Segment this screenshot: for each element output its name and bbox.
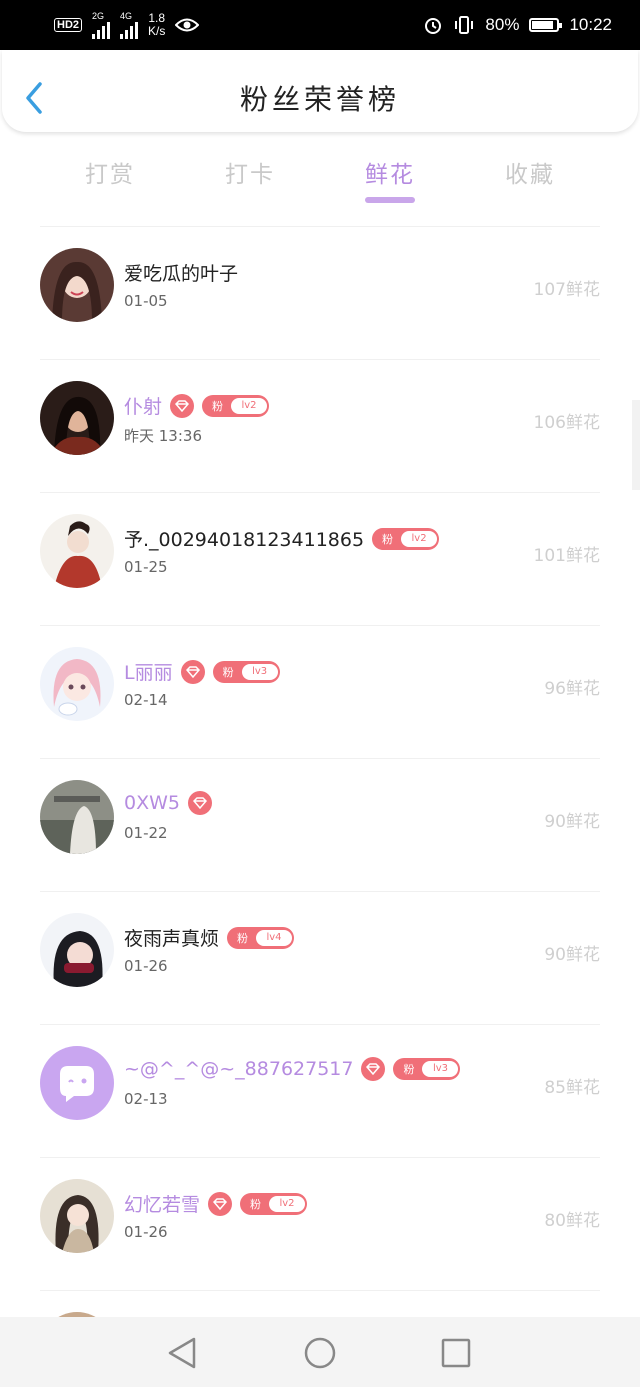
signal-2g-icon: 2G [92, 11, 111, 39]
hd-indicator: HD2 [54, 18, 83, 32]
diamond-icon [187, 791, 212, 815]
fan-name[interactable]: ~@^_^@~_887627517 粉 lv3 [124, 1057, 461, 1081]
fan-name[interactable]: 夜雨声真烦 粉 lv4 [124, 924, 295, 951]
nav-home-button[interactable] [300, 1335, 340, 1371]
flower-count: 107鲜花 [533, 280, 600, 300]
fan-row[interactable]: 予._00294018123411865 粉 lv2 01-25 101鲜花 [0, 492, 640, 624]
fan-date: 01-22 [124, 824, 168, 842]
flower-count: 80鲜花 [544, 1211, 600, 1231]
fan-level-badge: 粉 lv2 [240, 1192, 308, 1215]
network-speed: 1.8 K/s [148, 11, 166, 38]
fan-level-badge: 粉 lv3 [393, 1058, 461, 1080]
fan-date: 01-05 [124, 292, 168, 310]
flower-count: 90鲜花 [544, 945, 600, 965]
flower-count: 85鲜花 [544, 1078, 600, 1098]
fan-name[interactable]: 0XW5 [124, 791, 212, 815]
system-nav-bar [0, 1317, 640, 1387]
scrollbar[interactable] [632, 400, 640, 490]
eye-icon [175, 18, 200, 32]
nav-recents-button[interactable] [436, 1335, 476, 1371]
divider [40, 891, 600, 892]
flower-count: 90鲜花 [544, 812, 600, 832]
fan-row-partial[interactable] [0, 1290, 640, 1317]
fan-date: 02-13 [124, 1090, 168, 1108]
flower-count: 96鲜花 [544, 679, 600, 699]
divider [40, 492, 600, 493]
fan-level-badge: 粉 lv2 [202, 394, 270, 417]
fan-row[interactable]: 爱吃瓜的叶子 01-05 107鲜花 [0, 226, 640, 358]
fan-row[interactable]: L丽丽 粉 lv3 02-14 96鲜花 [0, 625, 640, 757]
active-tab-indicator [365, 197, 415, 203]
fan-row[interactable]: 0XW5 01-22 90鲜花 [0, 758, 640, 890]
app-header: 粉丝荣誉榜 [2, 50, 638, 132]
avatar[interactable] [40, 248, 114, 322]
tab-favorites[interactable]: 收藏 [480, 155, 580, 189]
fan-row[interactable]: 夜雨声真烦 粉 lv4 01-26 90鲜花 [0, 891, 640, 1023]
battery-icon [529, 18, 563, 32]
status-bar: HD2 2G 4G 1.8 K/s 80% 10:22 [0, 0, 640, 50]
page-title: 粉丝荣誉榜 [239, 83, 400, 116]
fan-name[interactable]: 爱吃瓜的叶子 [124, 259, 238, 286]
divider [40, 226, 600, 227]
avatar[interactable] [40, 1046, 114, 1120]
divider [40, 1157, 600, 1158]
tab-checkin[interactable]: 打卡 [200, 155, 300, 189]
fan-row[interactable]: 仆射 粉 lv2 昨天 13:36 106鲜花 [0, 359, 640, 491]
fan-name[interactable]: 予._00294018123411865 粉 lv2 [124, 525, 440, 552]
avatar[interactable] [40, 780, 114, 854]
tab-flowers[interactable]: 鲜花 [340, 155, 440, 203]
fan-date: 昨天 13:36 [124, 427, 202, 445]
avatar[interactable] [40, 381, 114, 455]
flower-count: 106鲜花 [533, 413, 600, 433]
fan-date: 01-26 [124, 1223, 168, 1241]
fan-date: 01-25 [124, 558, 168, 576]
avatar[interactable] [40, 913, 114, 987]
diamond-icon [208, 1191, 233, 1216]
fan-level-badge: 粉 lv4 [227, 926, 295, 949]
diamond-icon [361, 1057, 386, 1081]
divider [40, 359, 600, 360]
fan-level-badge: 粉 lv2 [372, 527, 440, 550]
nav-back-button[interactable] [162, 1335, 202, 1371]
triangle-back-icon [168, 1337, 196, 1369]
divider [40, 1024, 600, 1025]
avatar[interactable] [40, 647, 114, 721]
fan-name[interactable]: L丽丽 粉 lv3 [124, 658, 280, 685]
fan-name[interactable]: 幻忆若雪 粉 lv2 [124, 1190, 308, 1217]
vibrate-icon [455, 16, 474, 34]
divider [40, 758, 600, 759]
fan-date: 01-26 [124, 957, 168, 975]
flower-count: 101鲜花 [533, 546, 600, 566]
fan-name[interactable]: 仆射 粉 lv2 [124, 392, 270, 419]
alarm-icon [425, 18, 442, 34]
fan-row[interactable]: ~@^_^@~_887627517 粉 lv3 02-13 85鲜花 [0, 1024, 640, 1156]
signal-4g-icon: 4G [120, 11, 139, 39]
clock: 10:22 [569, 15, 612, 34]
diamond-icon [180, 659, 205, 684]
avatar[interactable] [40, 514, 114, 588]
fan-row[interactable]: 幻忆若雪 粉 lv2 01-26 80鲜花 [0, 1157, 640, 1289]
fan-level-badge: 粉 lv3 [212, 660, 280, 683]
tab-reward[interactable]: 打赏 [60, 155, 160, 189]
avatar[interactable] [40, 1179, 114, 1253]
battery-percent: 80% [485, 15, 520, 34]
fan-date: 02-14 [124, 691, 168, 709]
tab-bar: 打赏 打卡 鲜花 收藏 [0, 155, 640, 205]
diamond-icon [170, 393, 195, 418]
circle-home-icon [304, 1337, 336, 1369]
square-recents-icon [441, 1338, 471, 1368]
divider [40, 625, 600, 626]
divider [40, 1290, 600, 1291]
